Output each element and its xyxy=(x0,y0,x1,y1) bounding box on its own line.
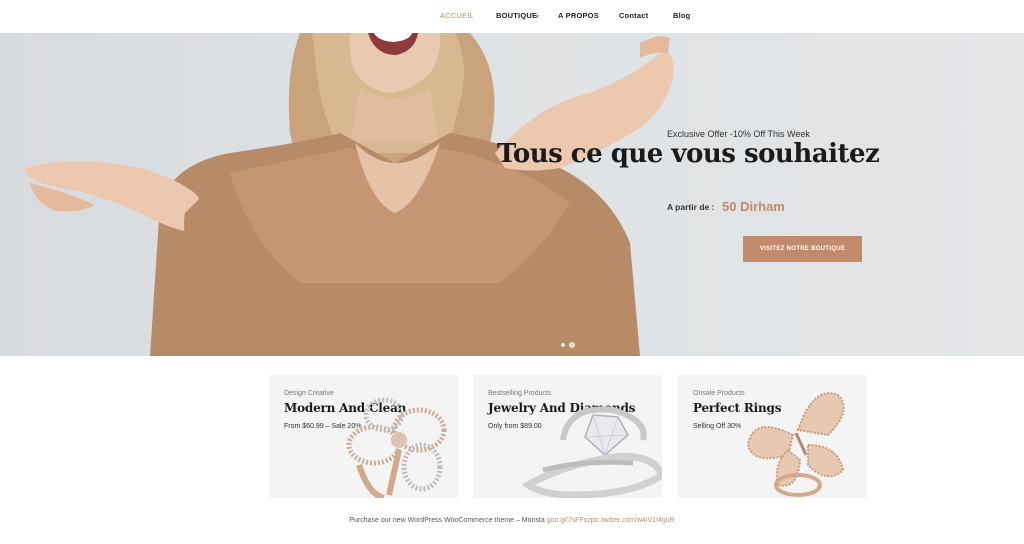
diamond-ring-image xyxy=(523,406,662,498)
card-description: Selling Off 30% xyxy=(693,423,742,430)
bow-ring-image xyxy=(346,397,447,498)
slider-dots xyxy=(561,342,575,348)
footer-note: Purchase our new WordPress WooCommerce t… xyxy=(0,517,1024,524)
butterfly-ring-image xyxy=(746,392,845,497)
footer-link[interactable]: goo.gl/7sFFxzpic.twitter.com/w4iV1I4guR xyxy=(547,517,675,524)
promo-card-rings[interactable]: Onsale Products Perfect Rings Selling Of… xyxy=(678,375,867,498)
hero-price-label: A partir de : xyxy=(667,202,715,212)
hero-offer-text: Exclusive Offer -10% Off This Week xyxy=(667,129,810,139)
nav-item-boutique[interactable]: BOUTIQUE xyxy=(496,11,537,20)
nav-item-a-propos[interactable]: A PROPOS xyxy=(558,11,599,20)
hero-model-image xyxy=(25,33,674,356)
slider-dot-1[interactable] xyxy=(561,343,565,347)
chevron-down-icon[interactable]: ⌄ xyxy=(534,10,541,19)
slider-dot-2[interactable] xyxy=(569,342,575,348)
card-subtitle: Design Creative xyxy=(284,390,334,397)
top-navigation: ACCUEIL BOUTIQUE ⌄ A PROPOS Contact Blog xyxy=(0,0,1024,33)
promo-card-jewelry[interactable]: Bestselling Products Jewelry And Diamond… xyxy=(473,375,662,498)
hero-headline: Tous ce que vous souhaitez xyxy=(497,139,880,169)
hero-price: 50 Dirham xyxy=(722,199,785,214)
card-subtitle: Onsale Products xyxy=(693,390,745,397)
promo-card-modern[interactable]: Design Creative Modern And Clean From $6… xyxy=(269,375,458,498)
footer-text: Purchase our new WordPress WooCommerce t… xyxy=(349,517,545,524)
nav-item-contact[interactable]: Contact xyxy=(619,11,648,20)
nav-item-accueil[interactable]: ACCUEIL xyxy=(440,11,474,20)
nav-item-blog[interactable]: Blog xyxy=(673,11,690,20)
visit-shop-button[interactable]: VISITEZ NOTRE BOUTIQUE xyxy=(743,236,862,262)
hero-slider: Exclusive Offer -10% Off This Week Tous … xyxy=(0,33,1024,356)
